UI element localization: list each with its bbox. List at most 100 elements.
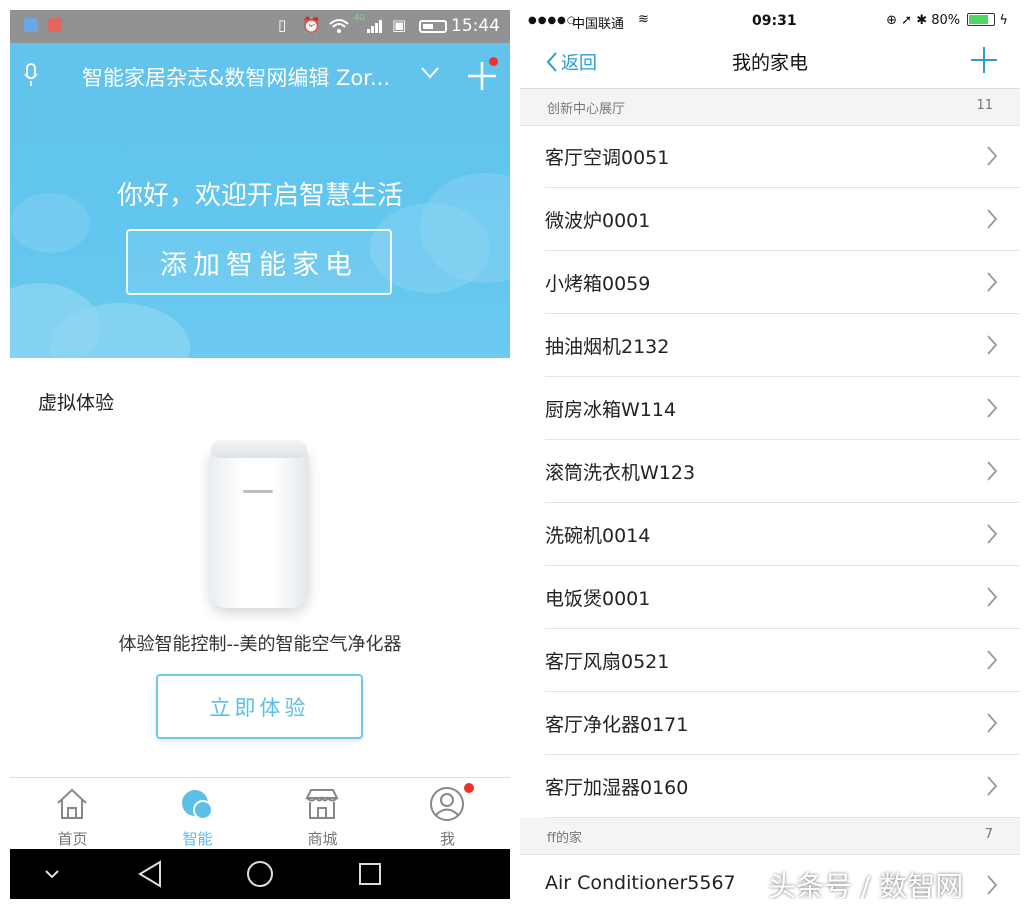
- group-name: 创新中心展厅: [547, 102, 626, 117]
- notification-dot: [489, 57, 498, 66]
- appliance-name: 微波炉0001: [545, 210, 651, 232]
- chevron-right-icon: [987, 146, 998, 166]
- appliance-name: 厨房冰箱W114: [545, 399, 677, 421]
- chevron-right-icon: [987, 776, 998, 796]
- add-appliance-button[interactable]: 添加智能家电: [126, 229, 392, 295]
- wifi-icon: [329, 19, 349, 33]
- appliance-row[interactable]: 电饭煲0001: [520, 566, 1020, 629]
- appliance-row[interactable]: 客厅加湿器0160: [520, 755, 1020, 818]
- message-icon: [48, 18, 62, 32]
- try-now-button[interactable]: 立即体验: [156, 674, 363, 739]
- appliance-name: 洗碗机0014: [545, 525, 651, 547]
- appliance-row[interactable]: 厨房冰箱W114: [520, 377, 1020, 440]
- ios-status-bar: ●●●●○ 中国联通 ≋ 09:31 ⊕ ➚ ✱ 80% ϟ: [520, 10, 1020, 34]
- chevron-right-icon: [987, 461, 998, 481]
- tab-me[interactable]: 我: [385, 778, 510, 850]
- chevron-right-icon: [987, 398, 998, 418]
- location-icon: [24, 18, 38, 32]
- appliance-name: 客厅风扇0521: [545, 651, 670, 673]
- ios-status-time: 09:31: [752, 13, 797, 29]
- chevron-right-icon: [987, 713, 998, 733]
- android-screen: ▯ ⏰ 4G ▣ 15:44 智能家居杂志&数智网编辑 Zor... 你好，欢迎…: [10, 10, 510, 899]
- home-icon: [57, 788, 87, 819]
- ios-screen: ●●●●○ 中国联通 ≋ 09:31 ⊕ ➚ ✱ 80% ϟ 返回 我的家电 创…: [520, 10, 1020, 899]
- appliance-name: Air Conditioner5567: [545, 872, 736, 894]
- air-purifier-image: [205, 440, 315, 620]
- appliance-row[interactable]: 洗碗机0014: [520, 503, 1020, 566]
- carrier-label: 中国联通: [572, 17, 625, 32]
- battery-icon: [967, 13, 996, 26]
- appliance-name: 滚筒洗衣机W123: [545, 462, 696, 484]
- chevron-right-icon: [987, 650, 998, 670]
- group-count: 11: [976, 98, 993, 113]
- microphone-icon[interactable]: [24, 63, 38, 87]
- experience-description: 体验智能控制--美的智能空气净化器: [118, 634, 402, 655]
- alarm-icon: ⏰: [302, 16, 321, 34]
- group-header: ff的家 7: [520, 818, 1020, 855]
- page-title: 我的家电: [731, 52, 808, 74]
- appliance-name: 客厅空调0051: [545, 147, 670, 169]
- chevron-right-icon: [987, 335, 998, 355]
- recents-nav-icon[interactable]: [340, 849, 400, 899]
- appliance-name: 客厅加湿器0160: [545, 777, 689, 799]
- android-status-bar: ▯ ⏰ 4G ▣ 15:44: [10, 10, 510, 43]
- vibrate-icon: ▯: [278, 16, 287, 34]
- bottom-tab-bar: 首页 智能 商城 我: [10, 777, 510, 850]
- tab-label: 商城: [307, 830, 338, 848]
- appliance-row[interactable]: 客厅空调0051: [520, 125, 1020, 188]
- charging-icon: ϟ: [999, 13, 1008, 28]
- appliance-row[interactable]: 抽油烟机2132: [520, 314, 1020, 377]
- appliance-name: 电饭煲0001: [545, 588, 651, 610]
- signal-icon: [367, 20, 382, 33]
- sim-icon: ▣: [392, 16, 407, 34]
- android-status-time: 15:44: [451, 16, 500, 36]
- signal-dots-icon: ●●●●○: [528, 15, 577, 26]
- battery-icon: [419, 20, 447, 33]
- appliance-row[interactable]: 滚筒洗衣机W123: [520, 440, 1020, 503]
- add-icon[interactable]: [970, 46, 998, 74]
- welcome-text: 你好，欢迎开启智慧生活: [116, 181, 403, 211]
- orientation-lock-icon: ⊕: [886, 13, 897, 28]
- location-arrow-icon: ➚: [901, 13, 913, 28]
- store-icon: [305, 789, 339, 819]
- chevron-right-icon: [987, 272, 998, 292]
- notification-dot: [464, 783, 474, 793]
- wifi-icon: ≋: [638, 12, 649, 27]
- home-name-selector[interactable]: 智能家居杂志&数智网编辑 Zor...: [82, 62, 422, 92]
- chevron-right-icon: [987, 524, 998, 544]
- section-title: 虚拟体验: [38, 392, 115, 414]
- hero-banner: 智能家居杂志&数智网编辑 Zor... 你好，欢迎开启智慧生活 添加智能家电: [10, 43, 510, 358]
- android-nav-bar: [10, 849, 510, 899]
- tab-home[interactable]: 首页: [10, 778, 135, 850]
- battery-percent: 80%: [931, 13, 961, 28]
- home-nav-icon[interactable]: [230, 849, 290, 899]
- profile-icon: [430, 787, 464, 821]
- group-count: 7: [984, 827, 993, 842]
- appliance-row[interactable]: 客厅风扇0521: [520, 629, 1020, 692]
- chevron-down-icon[interactable]: [421, 67, 439, 79]
- group-name: ff的家: [547, 831, 582, 846]
- group-header: 创新中心展厅 11: [520, 89, 1020, 126]
- appliance-name: 小烤箱0059: [545, 273, 651, 295]
- status-right-group: ⊕ ➚ ✱ 80% ϟ: [886, 13, 1008, 28]
- bluetooth-icon: ✱: [916, 13, 928, 28]
- appliance-name: 抽油烟机2132: [545, 336, 670, 358]
- tab-label: 我: [439, 830, 455, 848]
- ios-nav-bar: 返回 我的家电: [520, 34, 1020, 89]
- hide-keyboard-icon[interactable]: [22, 849, 82, 899]
- tab-store[interactable]: 商城: [260, 778, 385, 850]
- watermark-text: 头条号 / 数智网: [768, 870, 964, 899]
- appliance-row[interactable]: 客厅净化器0171: [520, 692, 1020, 755]
- appliance-row[interactable]: 微波炉0001: [520, 188, 1020, 251]
- chevron-right-icon: [987, 875, 998, 895]
- smart-cloud-icon: [182, 790, 213, 820]
- tab-label: 首页: [57, 830, 88, 848]
- network-type-label: 4G: [354, 13, 366, 22]
- tab-smart[interactable]: 智能: [135, 778, 260, 850]
- chevron-right-icon: [987, 587, 998, 607]
- chevron-right-icon: [987, 209, 998, 229]
- appliance-row[interactable]: 小烤箱0059: [520, 251, 1020, 314]
- back-nav-icon[interactable]: [120, 849, 180, 899]
- appliance-name: 客厅净化器0171: [545, 714, 689, 736]
- tab-label: 智能: [182, 830, 213, 848]
